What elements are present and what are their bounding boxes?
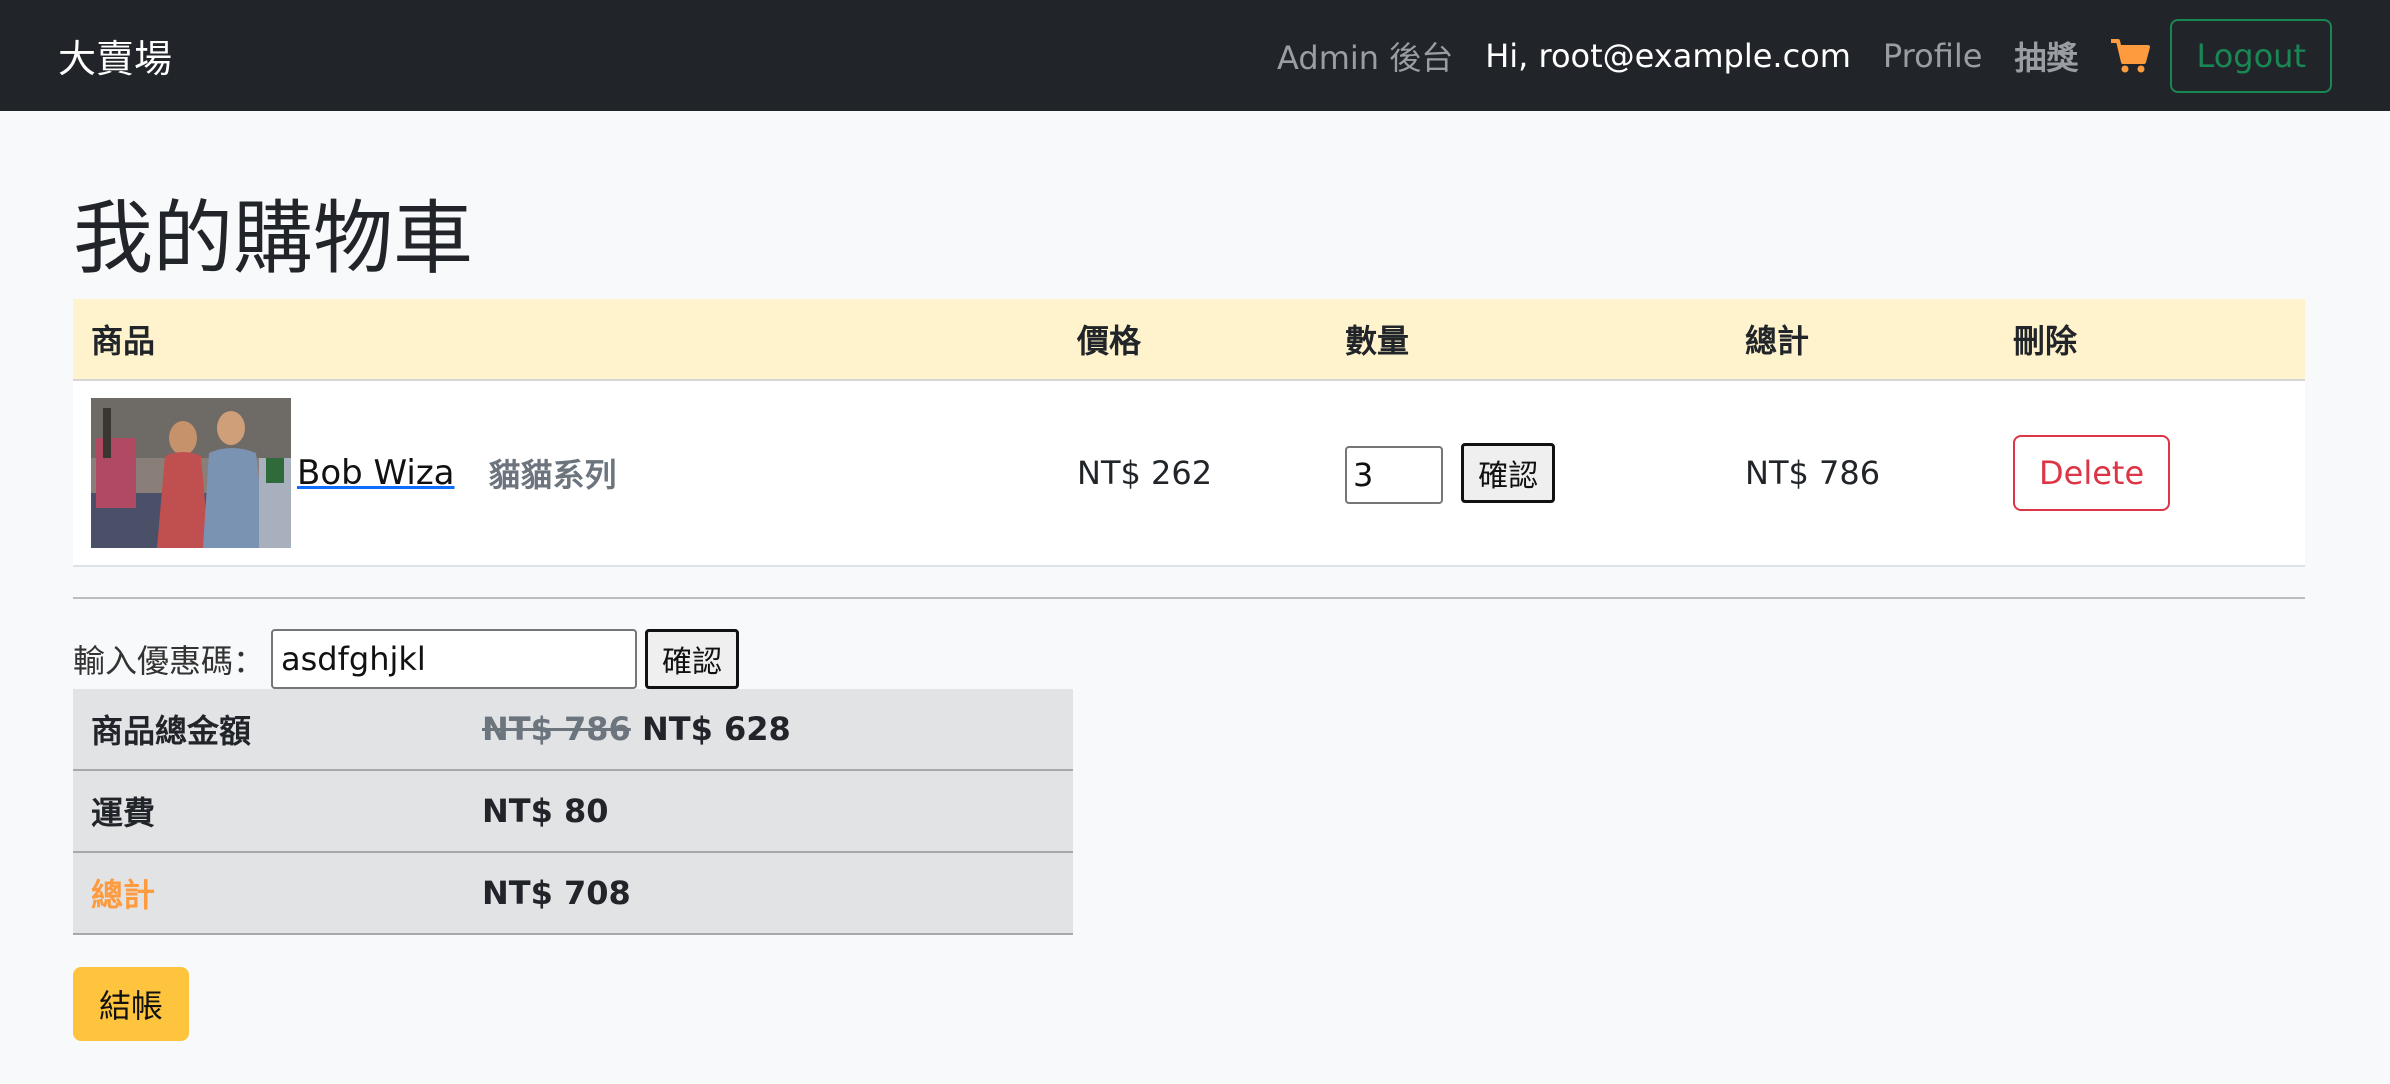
checkout-button[interactable]: 結帳 bbox=[73, 967, 190, 1041]
product-name-link[interactable]: Bob Wiza bbox=[297, 453, 455, 493]
original-total: NT$ 786 bbox=[482, 710, 631, 748]
summary-row-shipping: 運費 NT$ 80 bbox=[73, 770, 1073, 853]
cart-table: 商品 價格 數量 總計 刪除 Bob Wiza 貓貓系列 NT$ 262 3 確… bbox=[73, 299, 2305, 567]
header-quantity: 數量 bbox=[1327, 299, 1727, 381]
page-title: 我的購物車 bbox=[73, 192, 473, 285]
product-series: 貓貓系列 bbox=[488, 456, 617, 494]
nav-links: Admin 後台 Hi, root@example.com Profile 抽獎… bbox=[1245, 18, 2332, 93]
discounted-total: NT$ 628 bbox=[641, 710, 791, 748]
divider bbox=[73, 597, 2305, 599]
product-thumbnail[interactable] bbox=[91, 398, 291, 548]
price-cell: NT$ 262 bbox=[1059, 380, 1327, 567]
coupon-input[interactable] bbox=[271, 629, 638, 689]
quantity-input[interactable] bbox=[1345, 445, 1443, 504]
profile-link[interactable]: Profile bbox=[1883, 37, 1983, 75]
summary-row-grand-total: 總計 NT$ 708 bbox=[73, 852, 1073, 935]
lottery-link[interactable]: 抽獎 bbox=[2014, 33, 2078, 79]
main-container: 我的購物車 商品 價格 數量 總計 刪除 Bob Wiza 貓貓系列 NT$ 2… bbox=[73, 111, 2305, 1041]
summary-table: 商品總金額 NT$ 786 NT$ 628 運費 NT$ 80 總計 NT$ 7… bbox=[73, 689, 1073, 935]
grand-total-value: NT$ 708 bbox=[464, 852, 1073, 935]
header-total: 總計 bbox=[1727, 299, 1995, 381]
admin-link[interactable]: Admin 後台 bbox=[1277, 33, 1453, 79]
coupon-label: 輸入優惠碼： bbox=[73, 642, 266, 680]
header-delete: 刪除 bbox=[1995, 299, 2305, 381]
grand-total-label: 總計 bbox=[73, 852, 464, 935]
items-total-value: NT$ 786 NT$ 628 bbox=[464, 689, 1073, 771]
quantity-confirm-button[interactable]: 確認 bbox=[1461, 442, 1556, 503]
header-product: 商品 bbox=[73, 299, 1059, 381]
shipping-value: NT$ 80 bbox=[464, 770, 1073, 853]
coupon-confirm-button[interactable]: 確認 bbox=[645, 629, 740, 689]
shopping-cart-icon[interactable] bbox=[2110, 38, 2151, 74]
shipping-label: 運費 bbox=[73, 770, 464, 853]
delete-button[interactable]: Delete bbox=[2013, 435, 2171, 511]
brand-logo[interactable]: 大賣場 bbox=[58, 28, 172, 83]
delete-cell: Delete bbox=[1995, 380, 2305, 567]
user-greeting: Hi, root@example.com bbox=[1485, 36, 1851, 75]
coupon-row: 輸入優惠碼： 確認 bbox=[73, 629, 2305, 689]
cart-item-row: Bob Wiza 貓貓系列 NT$ 262 確認 NT$ 786 Delete bbox=[73, 380, 2305, 567]
logout-button[interactable]: Logout bbox=[2170, 18, 2332, 93]
header-price: 價格 bbox=[1059, 299, 1327, 381]
quantity-cell: 確認 bbox=[1327, 380, 1727, 567]
cart-table-header-row: 商品 價格 數量 總計 刪除 bbox=[73, 299, 2305, 381]
items-total-label: 商品總金額 bbox=[73, 689, 464, 771]
subtotal-cell: NT$ 786 bbox=[1727, 380, 1995, 567]
summary-row-items-total: 商品總金額 NT$ 786 NT$ 628 bbox=[73, 689, 1073, 771]
product-cell: Bob Wiza 貓貓系列 bbox=[73, 380, 1059, 567]
top-navbar: 大賣場 Admin 後台 Hi, root@example.com Profil… bbox=[0, 0, 2390, 111]
